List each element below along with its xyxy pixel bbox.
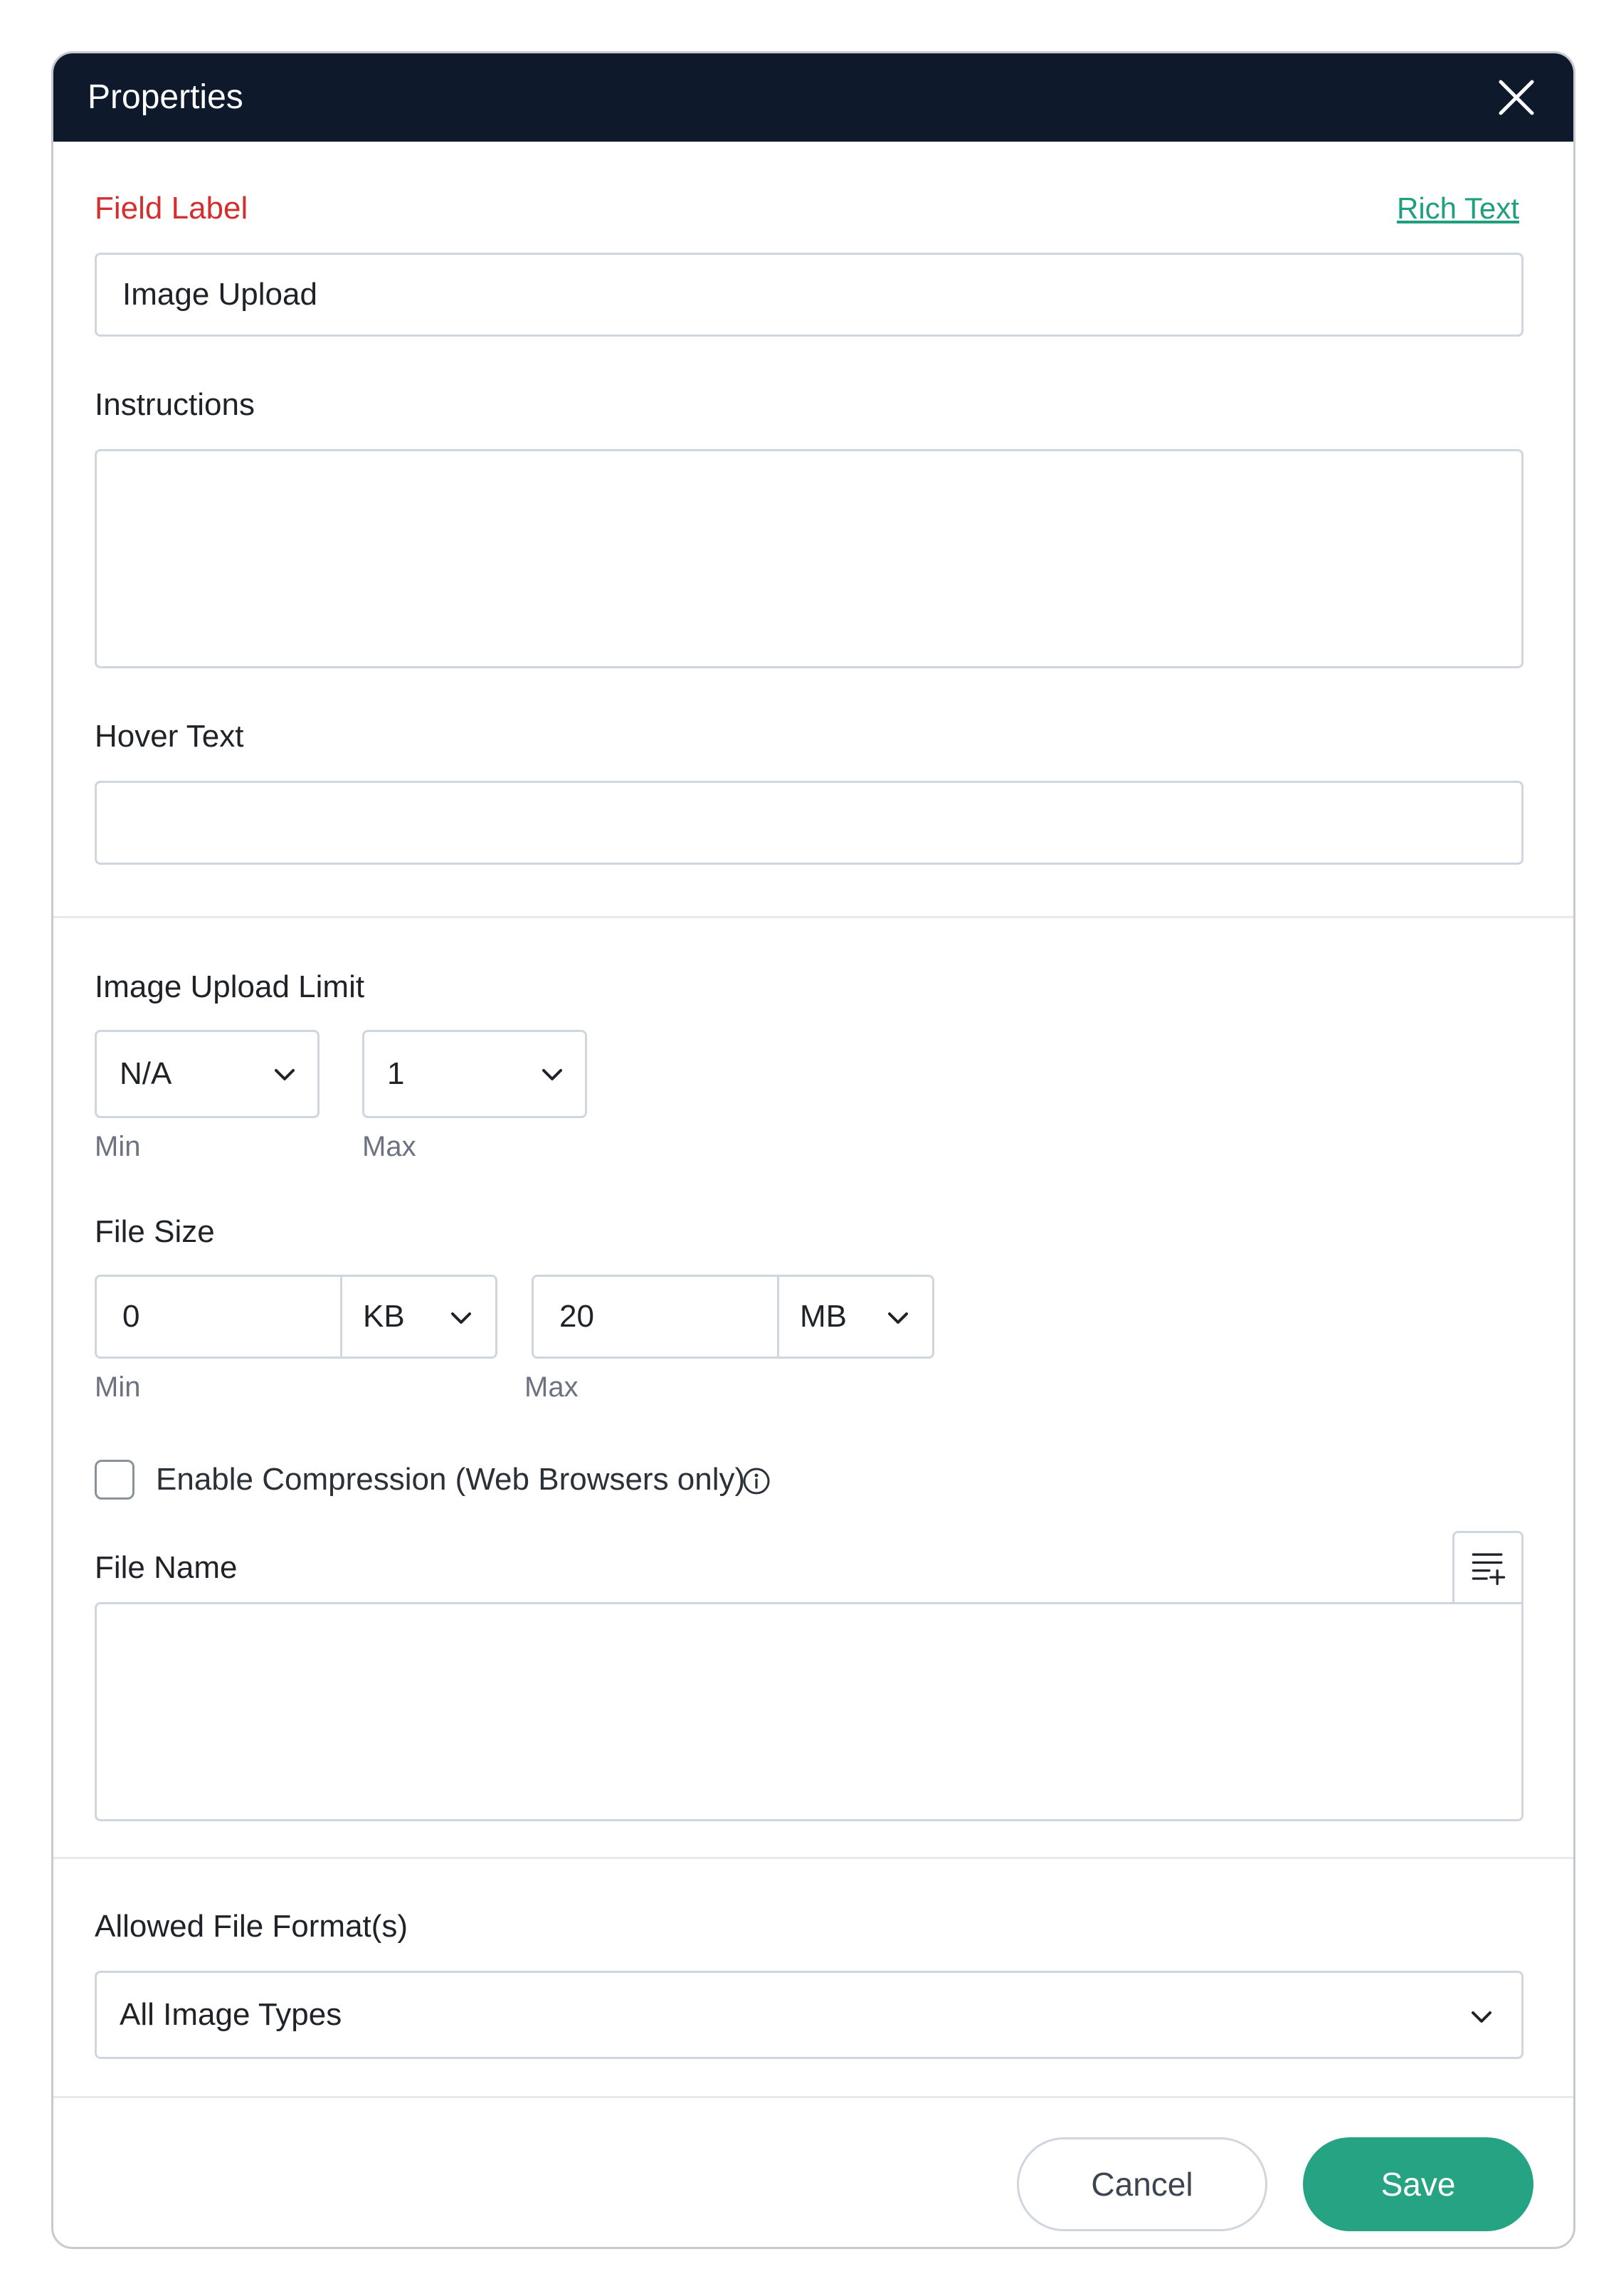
file-size-max-caption: Max <box>524 1371 579 1403</box>
upload-limit-max-select[interactable]: 1 <box>362 1030 587 1118</box>
rich-text-link[interactable]: Rich Text <box>1397 189 1519 228</box>
file-size-heading: File Size <box>95 1214 215 1249</box>
file-name-textarea[interactable] <box>95 1602 1524 1821</box>
upload-limit-max-caption: Max <box>362 1131 416 1162</box>
allowed-formats-select[interactable]: All Image Types <box>95 1971 1524 2059</box>
file-size-max-group: 20 MB <box>532 1275 934 1359</box>
compression-label: Enable Compression (Web Browsers only) <box>156 1462 746 1497</box>
upload-limit-min-select[interactable]: N/A <box>95 1030 320 1118</box>
close-icon[interactable] <box>1491 72 1542 123</box>
insert-field-button[interactable] <box>1452 1531 1524 1605</box>
file-name-heading: File Name <box>95 1550 238 1585</box>
chevron-down-icon <box>447 1304 475 1332</box>
field-separator <box>340 1277 342 1357</box>
file-size-min-unit-select[interactable]: KB <box>363 1277 405 1357</box>
file-size-max-input[interactable]: 20 <box>559 1277 594 1357</box>
chevron-down-icon <box>884 1304 912 1332</box>
section-divider <box>53 916 1573 918</box>
allowed-formats-value: All Image Types <box>120 1997 342 2032</box>
file-size-min-group: 0 KB <box>95 1275 497 1359</box>
field-label-heading: Field Label <box>95 191 248 226</box>
info-icon[interactable] <box>742 1467 771 1495</box>
section-divider <box>53 1857 1573 1859</box>
chevron-down-icon <box>270 1060 299 1089</box>
chevron-down-icon <box>1467 2003 1496 2031</box>
hover-text-heading: Hover Text <box>95 719 244 754</box>
instructions-heading: Instructions <box>95 387 255 422</box>
file-size-min-caption: Min <box>95 1371 141 1403</box>
save-button[interactable]: Save <box>1303 2137 1533 2231</box>
dialog-header: Properties <box>53 53 1573 142</box>
hover-text-input[interactable] <box>95 781 1524 865</box>
upload-limit-min-value: N/A <box>120 1056 172 1091</box>
section-divider <box>53 2096 1573 2098</box>
cancel-button[interactable]: Cancel <box>1017 2137 1267 2231</box>
chevron-down-icon <box>538 1060 566 1089</box>
insert-field-icon <box>1472 1553 1506 1586</box>
field-label-input[interactable]: Image Upload <box>95 253 1524 337</box>
field-separator <box>777 1277 779 1357</box>
allowed-formats-heading: Allowed File Format(s) <box>95 1909 408 1944</box>
dialog-title: Properties <box>88 78 243 116</box>
field-label-value: Image Upload <box>122 277 317 312</box>
file-size-min-input[interactable]: 0 <box>122 1277 139 1357</box>
file-size-max-unit-select[interactable]: MB <box>800 1277 847 1357</box>
compression-checkbox[interactable] <box>95 1460 134 1500</box>
upload-limit-min-caption: Min <box>95 1131 141 1162</box>
properties-dialog: Properties Field Label Rich Text Image U… <box>51 51 1575 2249</box>
image-upload-limit-heading: Image Upload Limit <box>95 969 365 1004</box>
instructions-textarea[interactable] <box>95 449 1524 668</box>
upload-limit-max-value: 1 <box>387 1056 405 1091</box>
